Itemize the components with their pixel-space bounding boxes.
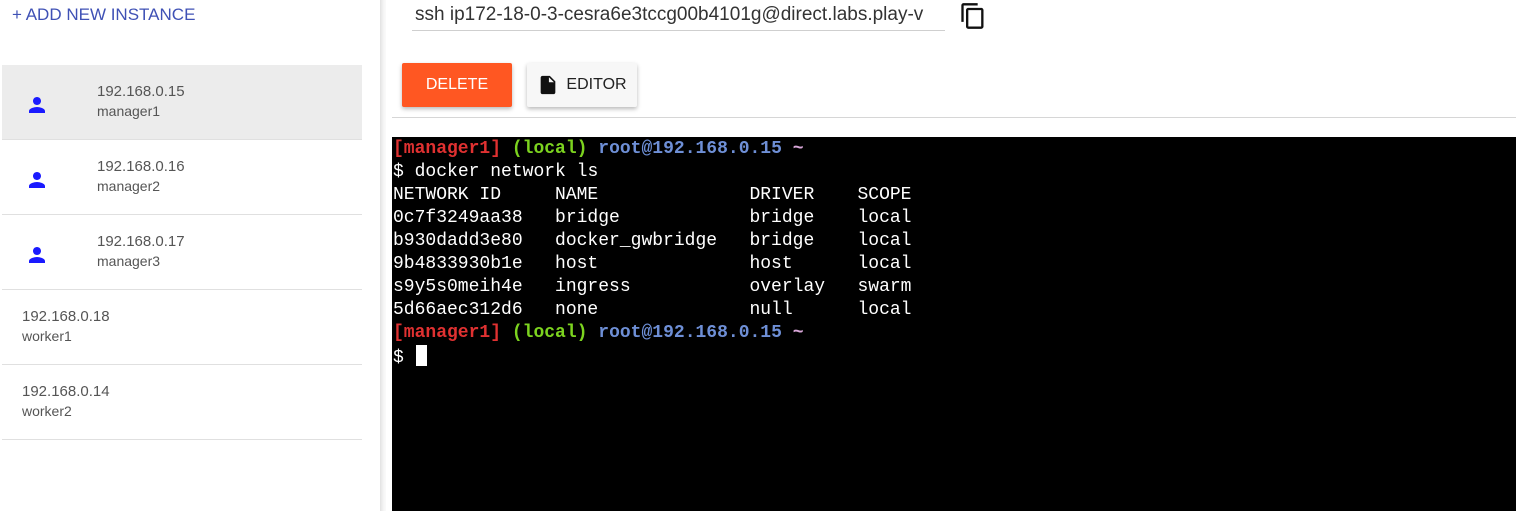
- prompt-host: [manager1]: [393, 323, 502, 343]
- instance-ip: 192.168.0.17: [97, 233, 185, 250]
- terminal-output-line: s9y5s0meih4e ingress overlay swarm: [393, 277, 912, 297]
- terminal-output-line: NETWORK ID NAME DRIVER SCOPE: [393, 185, 912, 205]
- user-icon: [29, 247, 45, 263]
- instance-toolbar: DELETE EDITOR: [392, 0, 1516, 118]
- sidebar: + ADD NEW INSTANCE 192.168.0.15 manager1 1…: [0, 0, 380, 511]
- prompt-user: root@192.168.0.15: [598, 323, 782, 343]
- terminal-prompt-line: [manager1] (local) root@192.168.0.15 ~: [393, 138, 911, 161]
- editor-button[interactable]: EDITOR: [527, 63, 637, 107]
- instance-item-manager3[interactable]: 192.168.0.17 manager3: [2, 215, 362, 290]
- add-new-instance-button[interactable]: + ADD NEW INSTANCE: [12, 4, 195, 26]
- terminal-command-line: $ docker network ls: [393, 161, 911, 184]
- prompt-env: (local): [511, 323, 588, 343]
- terminal-output-line: 9b4833930b1e host host local: [393, 254, 912, 274]
- terminal-output-line: 5d66aec312d6 none null local: [393, 300, 912, 320]
- prompt-host: [manager1]: [393, 139, 502, 159]
- prompt-user: root@192.168.0.15: [598, 139, 782, 159]
- instance-item-manager1[interactable]: 192.168.0.15 manager1: [2, 65, 362, 140]
- user-icon: [29, 172, 45, 188]
- prompt-dir: ~: [792, 139, 804, 159]
- instance-list: 192.168.0.15 manager1 192.168.0.16 manager2…: [2, 65, 362, 440]
- terminal[interactable]: [manager1] (local) root@192.168.0.15 ~ $…: [392, 137, 1516, 511]
- instance-hostname: worker2: [22, 403, 72, 419]
- ssh-command-field[interactable]: [412, 0, 945, 31]
- instance-item-worker1[interactable]: 192.168.0.18 worker1: [2, 290, 362, 365]
- ssh-command-input[interactable]: [412, 0, 945, 30]
- delete-button[interactable]: DELETE: [402, 63, 512, 107]
- editor-button-label: EDITOR: [566, 76, 627, 93]
- terminal-output-line: b930dadd3e80 docker_gwbridge bridge loca…: [393, 231, 912, 251]
- prompt-symbol: $: [393, 348, 404, 368]
- instance-hostname: manager3: [97, 253, 161, 269]
- prompt-env: (local): [511, 139, 588, 159]
- instance-item-manager2[interactable]: 192.168.0.16 manager2: [2, 140, 362, 215]
- instance-hostname: manager2: [97, 178, 161, 194]
- file-icon: [541, 75, 556, 95]
- terminal-content: [manager1] (local) root@192.168.0.15 ~ $…: [393, 138, 911, 368]
- terminal-input-line[interactable]: $: [393, 345, 911, 368]
- terminal-command: docker network ls: [414, 162, 599, 182]
- terminal-prompt-line: [manager1] (local) root@192.168.0.15 ~: [393, 322, 911, 345]
- delete-button-label: DELETE: [425, 76, 489, 93]
- copy-icon[interactable]: [959, 2, 987, 30]
- prompt-symbol: $: [393, 162, 404, 182]
- prompt-dir: ~: [792, 323, 804, 343]
- app: + ADD NEW INSTANCE 192.168.0.15 manager1 1…: [0, 0, 1516, 511]
- instance-hostname: worker1: [22, 328, 72, 344]
- instance-ip: 192.168.0.15: [97, 83, 185, 100]
- sidebar-divider: [380, 0, 386, 511]
- user-icon: [29, 97, 45, 113]
- instance-hostname: manager1: [97, 103, 161, 119]
- instance-ip: 192.168.0.18: [22, 308, 110, 325]
- terminal-cursor: [415, 345, 427, 366]
- terminal-output-line: 0c7f3249aa38 bridge bridge local: [393, 208, 912, 228]
- instance-item-worker2[interactable]: 192.168.0.14 worker2: [2, 365, 362, 440]
- instance-ip: 192.168.0.16: [97, 158, 185, 175]
- instance-ip: 192.168.0.14: [22, 383, 110, 400]
